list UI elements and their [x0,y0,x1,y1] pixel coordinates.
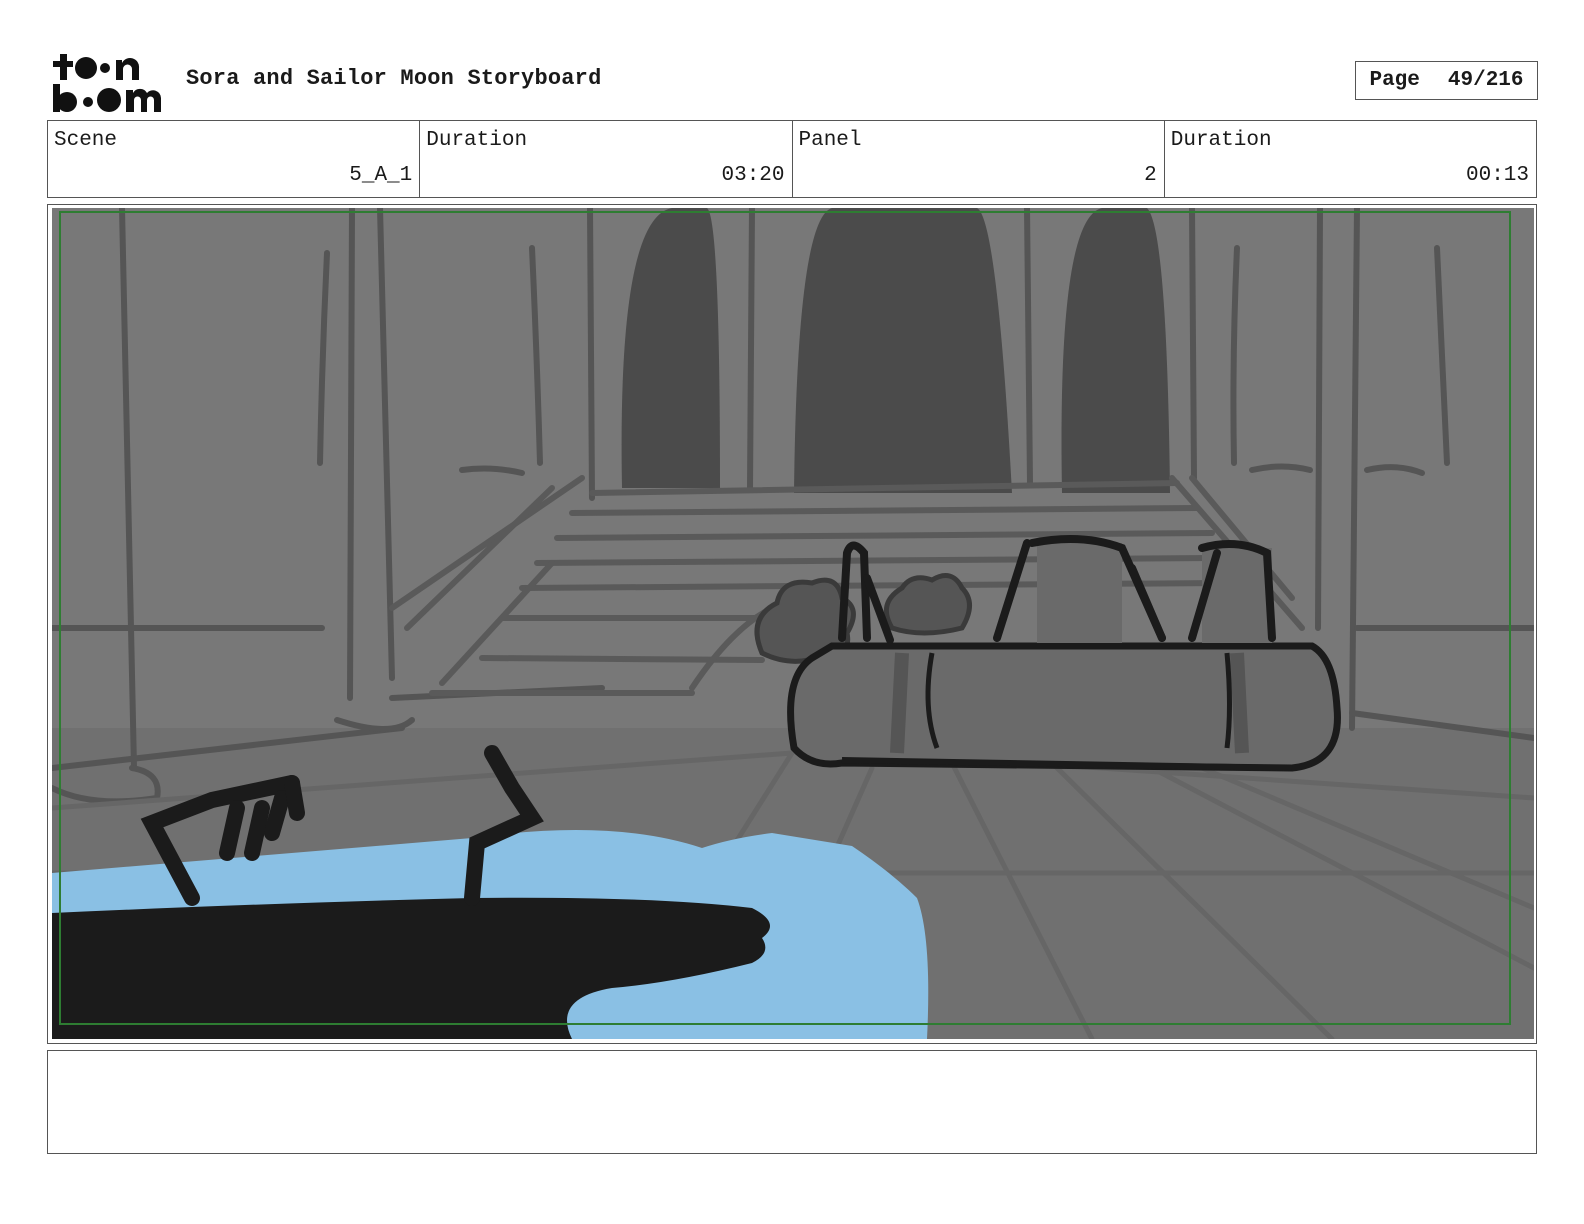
page-number: 49/216 [1447,69,1524,92]
document-title: Sora and Sailor Moon Storyboard [186,66,602,91]
page-label: Page [1369,69,1420,92]
panel-duration-value: 00:13 [1465,164,1529,187]
scene-duration-label: Duration [426,129,528,152]
panel-cell: Panel 2 [793,121,1165,197]
scene-duration-cell: Duration 03:20 [420,121,793,197]
panel-label: Panel [798,129,862,152]
panel-notes-box [47,1050,1537,1154]
scene-label: Scene [54,129,118,152]
toonboom-logo [53,54,161,112]
scene-cell: Scene 5_A_1 [48,121,421,197]
doorways [621,208,1170,493]
panel-duration-label: Duration [1170,129,1272,152]
page-indicator: Page 49/216 [1355,61,1538,100]
panel-value: 2 [1144,164,1157,187]
scene-duration-value: 03:20 [721,164,785,187]
scene-value: 5_A_1 [349,164,413,187]
panel-duration-cell: Duration 00:13 [1165,121,1536,197]
panel-info-table: Scene 5_A_1 Duration 03:20 Panel 2 Durat… [47,120,1537,198]
storyboard-panel-image [52,208,1534,1039]
